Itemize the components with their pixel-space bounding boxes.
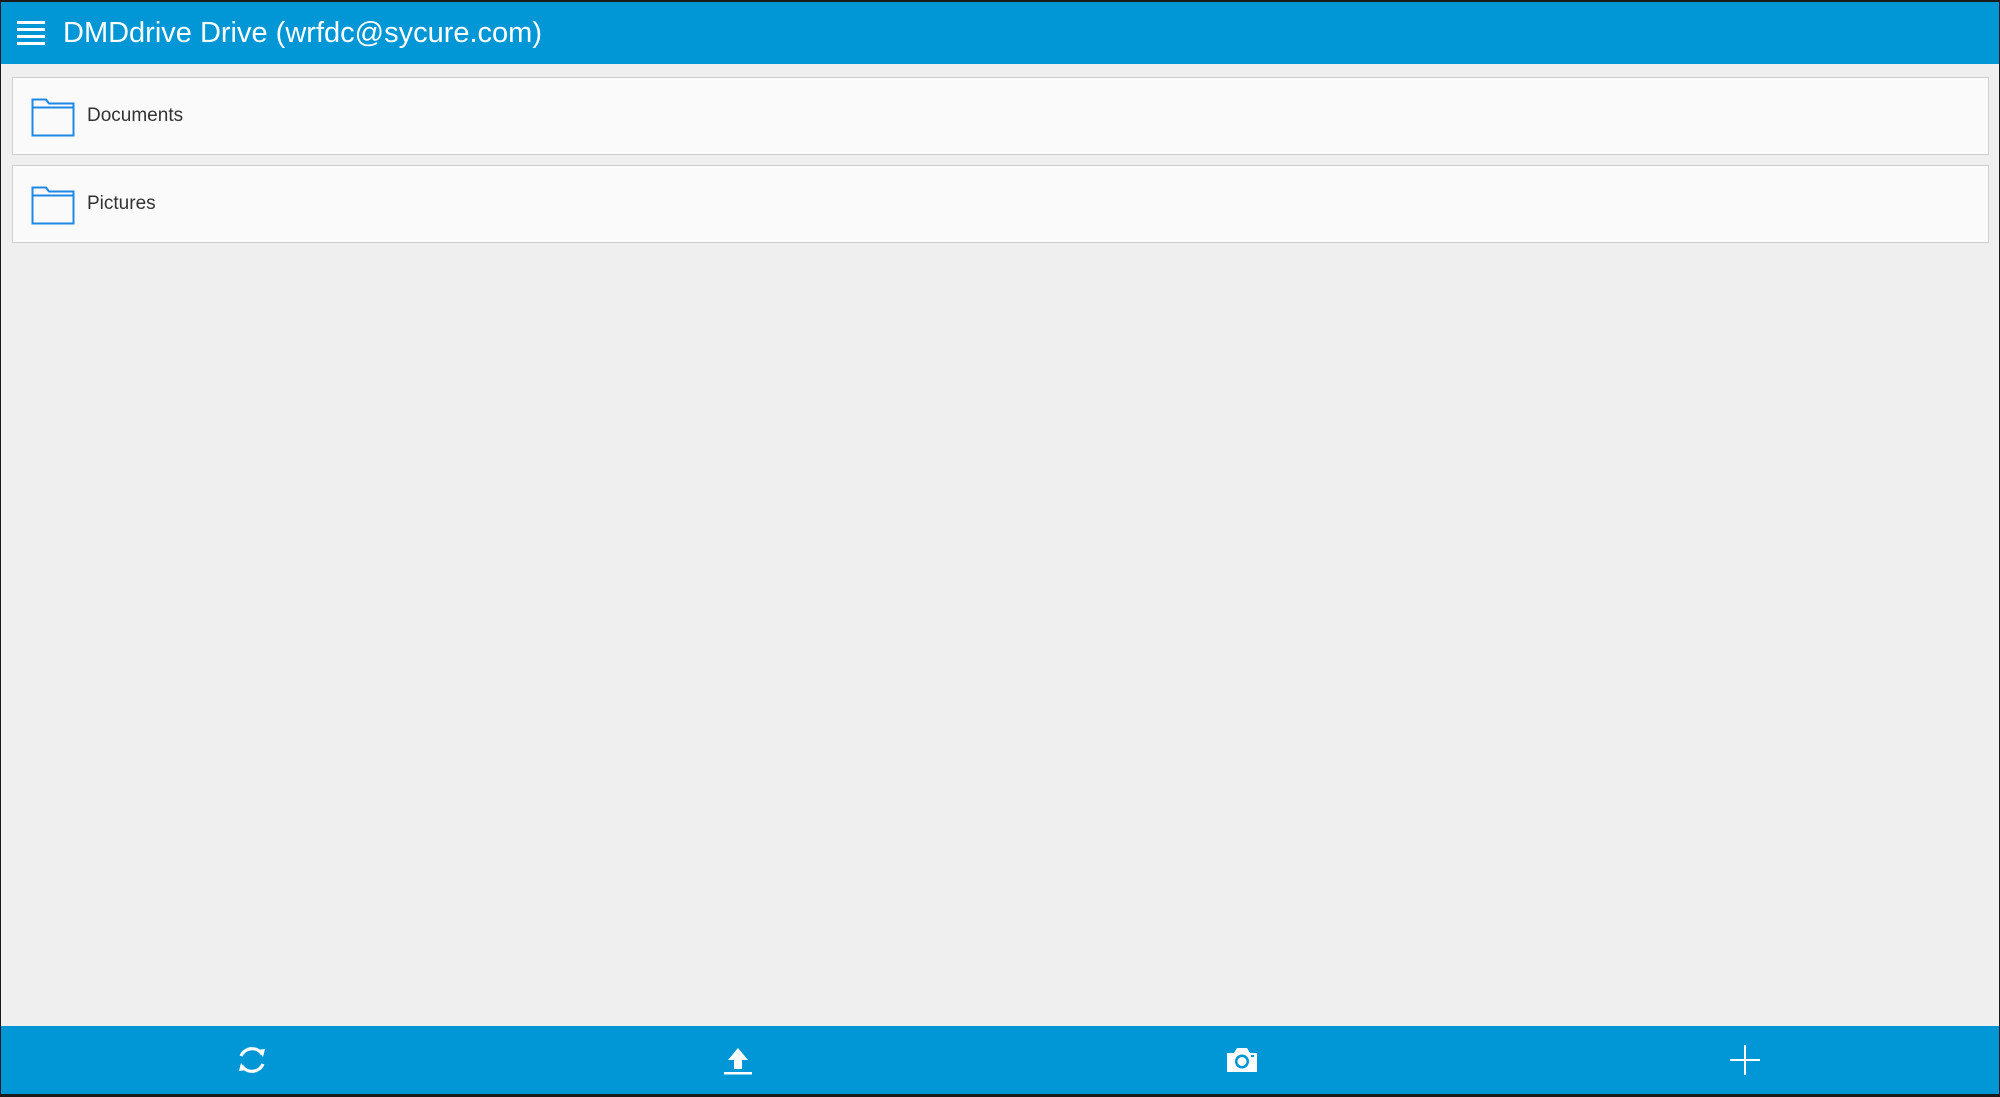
- folder-icon: [29, 92, 77, 140]
- refresh-icon: [239, 1047, 265, 1073]
- refresh-button[interactable]: [212, 1026, 292, 1094]
- folder-name: Pictures: [87, 193, 156, 214]
- menu-button[interactable]: [1, 2, 61, 64]
- hamburger-menu-icon: [17, 21, 45, 45]
- page-title: DMDdrive Drive (wrfdc@sycure.com): [63, 16, 542, 49]
- app-screen: DMDdrive Drive (wrfdc@sycure.com) Docume…: [1, 2, 1999, 1094]
- device-frame: DMDdrive Drive (wrfdc@sycure.com) Docume…: [0, 0, 2000, 1097]
- folder-icon: [29, 180, 77, 228]
- list-item-documents[interactable]: Documents: [12, 77, 1989, 155]
- camera-button[interactable]: [1202, 1026, 1282, 1094]
- top-app-bar: DMDdrive Drive (wrfdc@sycure.com): [1, 2, 1999, 64]
- add-button[interactable]: [1705, 1026, 1785, 1094]
- upload-icon: [724, 1048, 752, 1075]
- add-icon: [1730, 1045, 1760, 1075]
- bottom-toolbar: [1, 1026, 1999, 1094]
- folder-list: Documents Pictures: [12, 77, 1989, 253]
- folder-name: Documents: [87, 105, 184, 126]
- list-item-pictures[interactable]: Pictures: [12, 165, 1989, 243]
- upload-button[interactable]: [698, 1026, 778, 1094]
- camera-icon: [1227, 1048, 1257, 1072]
